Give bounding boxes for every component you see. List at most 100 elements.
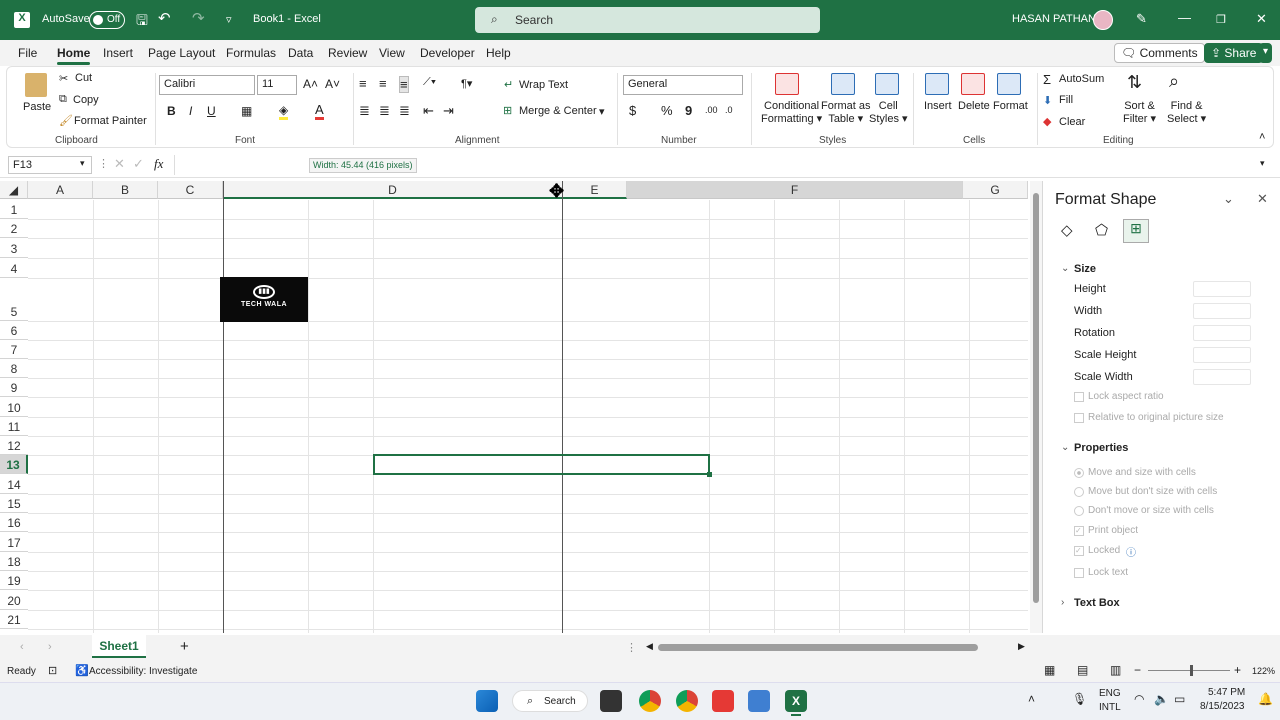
language-bottom[interactable]: INTL bbox=[1099, 702, 1121, 713]
increase-decimal-icon[interactable]: .00 bbox=[705, 105, 718, 115]
font-size-select[interactable]: 11 bbox=[257, 75, 297, 95]
sort-filter-button[interactable]: Sort & Filter ▾ bbox=[1123, 100, 1156, 125]
cell-styles-icon[interactable] bbox=[875, 73, 899, 95]
increase-indent-icon[interactable]: ⇥ bbox=[443, 103, 454, 119]
save-icon[interactable]: 🖫 bbox=[136, 10, 148, 34]
tab-split-icon[interactable]: ⋮ bbox=[626, 641, 637, 654]
find-select-button[interactable]: Find & Select ▾ bbox=[1167, 100, 1206, 125]
excel-taskbar-icon[interactable]: X bbox=[785, 690, 807, 712]
row-header[interactable]: 2 bbox=[0, 219, 28, 238]
width-input[interactable] bbox=[1193, 303, 1251, 319]
row-header[interactable]: 6 bbox=[0, 321, 28, 340]
zoom-slider-thumb[interactable] bbox=[1190, 665, 1193, 676]
more-icon[interactable]: ⋮ bbox=[98, 157, 109, 170]
textbox-section-header[interactable]: Text Box bbox=[1074, 597, 1120, 609]
zoom-in-icon[interactable]: + bbox=[1234, 663, 1241, 677]
format-painter-icon[interactable]: 🖌 bbox=[59, 114, 73, 127]
collapse-ribbon-icon[interactable]: ˄ bbox=[1259, 131, 1265, 143]
copy-button[interactable]: Copy bbox=[73, 94, 99, 106]
currency-button[interactable]: $ bbox=[629, 103, 636, 118]
windows-start-icon[interactable] bbox=[476, 690, 498, 712]
copy-icon[interactable]: ⧉ bbox=[59, 93, 67, 106]
underline-button[interactable]: U bbox=[207, 104, 216, 118]
orientation-icon[interactable]: ⟋▾ bbox=[423, 76, 436, 89]
tab-home[interactable]: Home bbox=[57, 46, 90, 60]
align-left-icon[interactable]: ≣ bbox=[359, 103, 370, 119]
move-size-radio[interactable] bbox=[1074, 468, 1084, 478]
accessibility-status[interactable]: Accessibility: Investigate bbox=[89, 666, 197, 677]
find-select-icon[interactable]: ⌕ bbox=[1169, 71, 1179, 92]
print-object-checkbox[interactable]: ✓ bbox=[1074, 526, 1084, 536]
merge-dropdown-icon[interactable]: ▾ bbox=[599, 105, 605, 118]
tab-file[interactable]: File bbox=[18, 46, 37, 60]
row-header[interactable]: 10 bbox=[0, 397, 28, 417]
row-header[interactable]: 12 bbox=[0, 436, 28, 455]
lock-aspect-checkbox[interactable] bbox=[1074, 392, 1084, 402]
sort-filter-icon[interactable]: ⇅ bbox=[1127, 72, 1142, 93]
redo-icon[interactable]: ↷ bbox=[192, 9, 205, 27]
pane-options-icon[interactable]: ⌄ bbox=[1223, 191, 1234, 207]
task-view-icon[interactable] bbox=[600, 690, 622, 712]
microphone-icon[interactable]: 🎙 bbox=[1072, 692, 1087, 706]
zoom-out-icon[interactable]: − bbox=[1134, 663, 1141, 677]
vertical-scrollbar[interactable] bbox=[1030, 181, 1042, 633]
align-top-icon[interactable]: ≡ bbox=[359, 76, 367, 91]
merge-icon[interactable]: ⊞ bbox=[503, 104, 512, 117]
comma-button[interactable]: 9 bbox=[685, 103, 692, 118]
page-layout-view-icon[interactable]: ▤ bbox=[1077, 663, 1088, 677]
pane-close-icon[interactable]: ✕ bbox=[1257, 191, 1268, 207]
cut-button[interactable]: Cut bbox=[75, 72, 92, 84]
cancel-icon[interactable]: ✕ bbox=[114, 156, 125, 172]
tab-review[interactable]: Review bbox=[328, 46, 367, 60]
chevron-down-icon[interactable]: ⌄ bbox=[1061, 442, 1069, 453]
fill-color-icon[interactable]: ◈ bbox=[279, 103, 289, 120]
format-as-table-icon[interactable] bbox=[831, 73, 855, 95]
fill-button[interactable]: Fill bbox=[1059, 94, 1073, 106]
chrome-icon[interactable] bbox=[639, 690, 661, 712]
select-all-corner[interactable]: ◢ bbox=[0, 181, 28, 199]
wifi-icon[interactable]: ◠ bbox=[1134, 692, 1144, 706]
logo-picture[interactable]: ▮▮▮ TECH WALA bbox=[220, 277, 308, 322]
row-header[interactable]: 17 bbox=[0, 532, 28, 552]
row-header[interactable]: 8 bbox=[0, 359, 28, 378]
font-family-select[interactable]: Calibri bbox=[159, 75, 255, 95]
tab-data[interactable]: Data bbox=[288, 46, 313, 60]
font-color-icon[interactable]: A bbox=[315, 102, 324, 120]
normal-view-icon[interactable]: ▦ bbox=[1044, 663, 1055, 677]
paste-button[interactable]: Paste bbox=[23, 101, 51, 113]
number-format-select[interactable]: General bbox=[623, 75, 743, 95]
italic-button[interactable]: I bbox=[189, 104, 192, 118]
percent-button[interactable]: % bbox=[661, 103, 673, 118]
tray-overflow-icon[interactable]: ˄ bbox=[1028, 692, 1035, 706]
column-header-d[interactable]: D bbox=[223, 181, 563, 199]
scale-height-input[interactable] bbox=[1193, 347, 1251, 363]
tab-view[interactable]: View bbox=[379, 46, 405, 60]
share-button[interactable]: ⇪ Share bbox=[1204, 43, 1264, 63]
clock-time[interactable]: 5:47 PM bbox=[1208, 687, 1245, 698]
format-as-table-button[interactable]: Format as Table ▾ bbox=[821, 100, 871, 125]
delete-cells-button[interactable]: Delete bbox=[958, 100, 990, 112]
expand-formula-icon[interactable]: ▾ bbox=[1260, 158, 1265, 169]
text-direction-icon[interactable]: ¶▾ bbox=[461, 77, 472, 90]
row-header[interactable]: 15 bbox=[0, 494, 28, 513]
share-dropdown-button[interactable]: ▾ bbox=[1259, 43, 1273, 63]
align-bottom-icon[interactable]: ≡ bbox=[399, 76, 409, 93]
close-icon[interactable]: ✕ bbox=[1256, 11, 1267, 27]
decrease-font-icon[interactable]: A˅ bbox=[325, 77, 340, 91]
align-middle-icon[interactable]: ≡ bbox=[379, 76, 387, 91]
format-cells-icon[interactable] bbox=[997, 73, 1021, 95]
notification-icon[interactable]: 🔔 bbox=[1258, 692, 1273, 706]
row-header[interactable]: 14 bbox=[0, 474, 28, 494]
prev-sheet-icon[interactable]: ‹ bbox=[20, 641, 24, 653]
column-header-g[interactable]: G bbox=[963, 181, 1028, 199]
properties-section-header[interactable]: Properties bbox=[1074, 442, 1128, 454]
info-icon[interactable]: ⓘ bbox=[1126, 544, 1136, 559]
add-sheet-icon[interactable]: + bbox=[180, 638, 189, 655]
wrap-text-icon[interactable]: ↵ bbox=[504, 78, 513, 91]
row-header[interactable]: 11 bbox=[0, 417, 28, 436]
notepad-icon[interactable] bbox=[748, 690, 770, 712]
tab-developer[interactable]: Developer bbox=[420, 46, 475, 60]
user-name[interactable]: HASAN PATHAN bbox=[1012, 13, 1096, 25]
size-properties-icon[interactable]: ⊞ bbox=[1123, 219, 1149, 243]
relative-size-checkbox[interactable] bbox=[1074, 413, 1084, 423]
